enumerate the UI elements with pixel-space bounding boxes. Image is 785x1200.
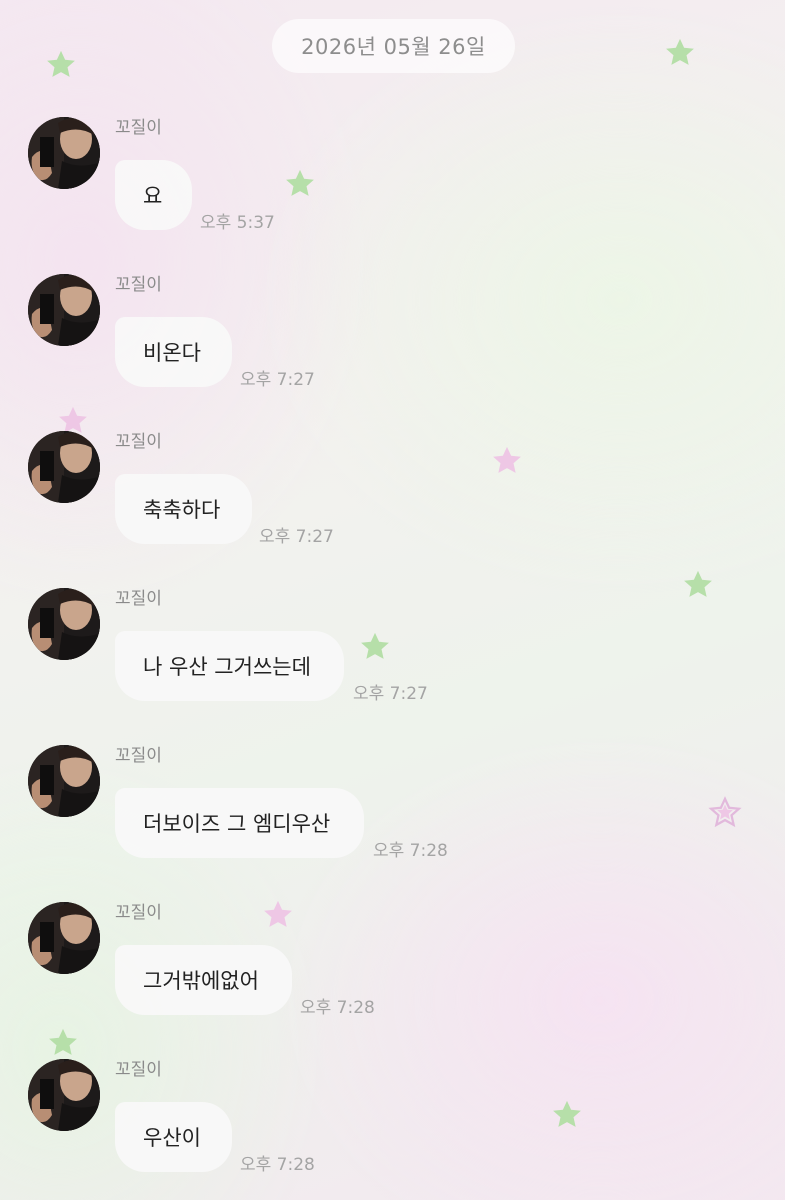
sender-name: 꼬질이: [115, 118, 162, 138]
message-time: 오후 7:28: [300, 998, 375, 1018]
message-item: 꼬질이 요 오후 5:37: [0, 117, 785, 267]
message-time: 오후 7:27: [259, 527, 334, 547]
sender-name: 꼬질이: [115, 589, 162, 609]
message-bubble[interactable]: 나 우산 그거쓰는데: [115, 631, 344, 701]
message-item: 꼬질이 더보이즈 그 엠디우산 오후 7:28: [0, 745, 785, 895]
message-bubble[interactable]: 요: [115, 160, 192, 230]
message-item: 꼬질이 비온다 오후 7:27: [0, 274, 785, 424]
message-item: 꼬질이 나 우산 그거쓰는데 오후 7:27: [0, 588, 785, 738]
avatar[interactable]: [28, 1059, 100, 1131]
sender-name: 꼬질이: [115, 746, 162, 766]
message-item: 꼬질이 우산이 오후 7:28: [0, 1059, 785, 1200]
avatar[interactable]: [28, 902, 100, 974]
date-divider: 2026년 05월 26일: [272, 19, 515, 73]
sender-name: 꼬질이: [115, 903, 162, 923]
message-bubble[interactable]: 우산이: [115, 1102, 232, 1172]
message-time: 오후 7:27: [353, 684, 428, 704]
sender-name: 꼬질이: [115, 1060, 162, 1080]
message-time: 오후 7:28: [373, 841, 448, 861]
message-item: 꼬질이 그거밖에없어 오후 7:28: [0, 902, 785, 1052]
sender-name: 꼬질이: [115, 275, 162, 295]
avatar[interactable]: [28, 117, 100, 189]
avatar[interactable]: [28, 745, 100, 817]
avatar[interactable]: [28, 274, 100, 346]
message-bubble[interactable]: 더보이즈 그 엠디우산: [115, 788, 364, 858]
message-bubble[interactable]: 축축하다: [115, 474, 252, 544]
message-bubble[interactable]: 비온다: [115, 317, 232, 387]
avatar[interactable]: [28, 588, 100, 660]
green-star-icon: [44, 48, 78, 82]
message-item: 꼬질이 축축하다 오후 7:27: [0, 431, 785, 581]
green-star-icon: [663, 36, 697, 70]
message-time: 오후 7:27: [240, 370, 315, 390]
message-time: 오후 5:37: [200, 213, 275, 233]
sender-name: 꼬질이: [115, 432, 162, 452]
message-time: 오후 7:28: [240, 1155, 315, 1175]
avatar[interactable]: [28, 431, 100, 503]
message-bubble[interactable]: 그거밖에없어: [115, 945, 292, 1015]
